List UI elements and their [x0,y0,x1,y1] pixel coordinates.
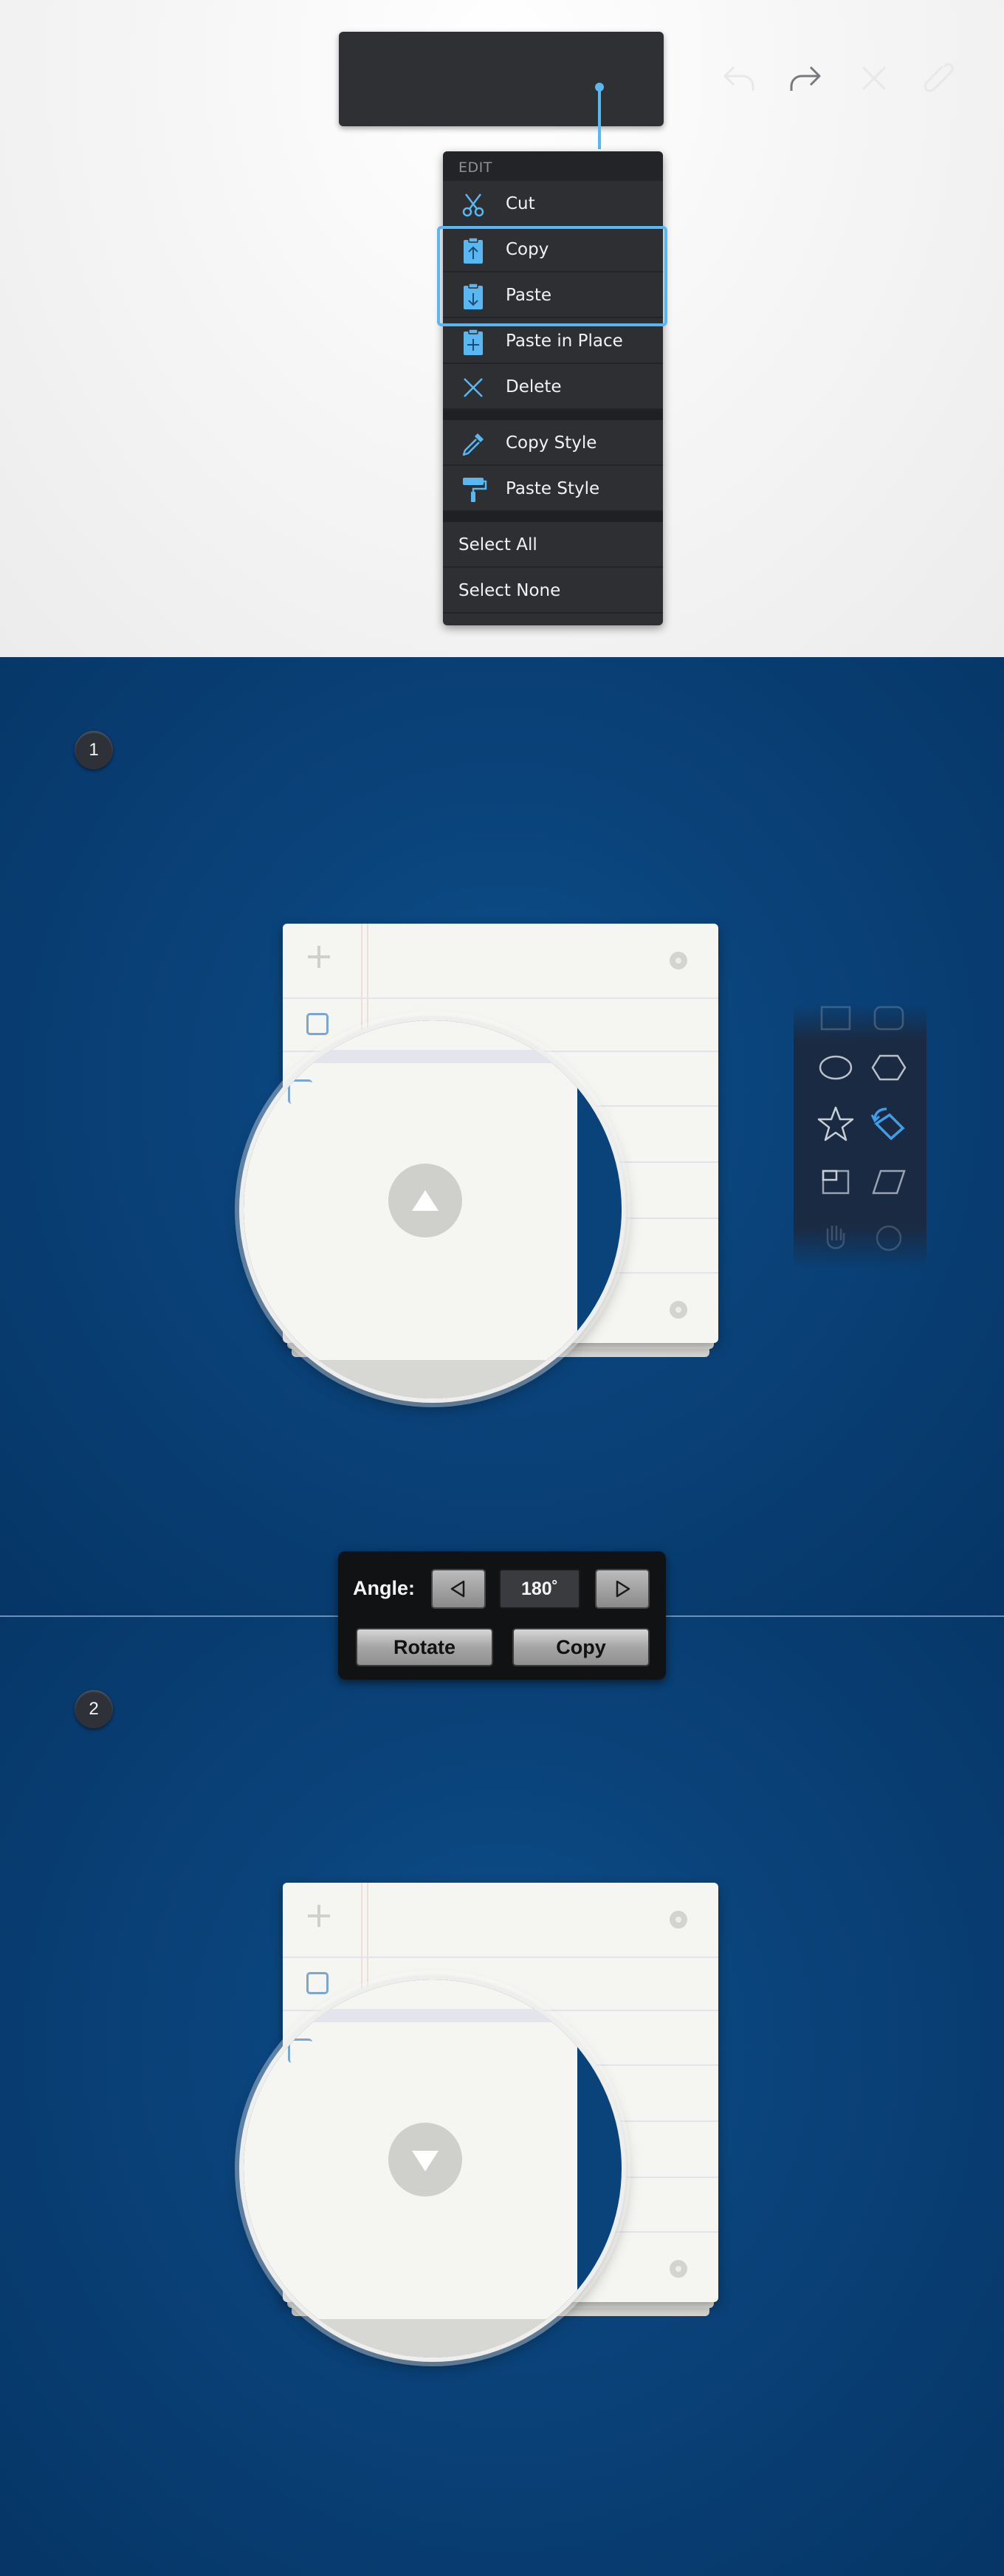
undo-icon [723,66,754,91]
magnifier-lens [244,1020,622,1398]
rounded-rect-icon[interactable] [869,1000,909,1040]
menu-separator [443,512,663,522]
frame-icon[interactable] [816,1162,856,1202]
menu-item-cut[interactable]: Cut [443,181,663,227]
angle-label: Angle: [353,1577,415,1599]
menu-item-select-all[interactable]: Select All [443,522,663,568]
ellipse-icon[interactable] [816,1048,856,1088]
knob-icon [670,952,687,969]
clipboard-plus-icon [458,327,488,357]
triangle-right-icon [616,1580,630,1598]
redo-button[interactable] [781,54,830,103]
step-badge: 2 [75,1690,113,1728]
magnifier-lens [244,1979,622,2357]
menu-item-delete[interactable]: Delete [443,364,663,410]
angle-panel: Angle: 180˚ Rotate Copy [338,1551,666,1680]
parallelogram-icon[interactable] [869,1162,909,1202]
close-icon [862,66,887,91]
paperclip-button[interactable] [918,54,967,103]
eyedropper-icon [458,429,488,458]
copy-button[interactable]: Copy [512,1628,650,1666]
star-icon[interactable] [816,1105,856,1144]
step-badge: 1 [75,731,113,769]
paperclip-icon [924,63,954,92]
edit-menu-section: EDIT Cut Copy Paste Paste in Place Delet… [0,0,1004,657]
menu-item-label: Select None [458,581,561,600]
menu-connector [595,83,604,152]
toolbar [339,32,954,126]
redo-icon [790,66,821,91]
menu-item-label: Copy Style [506,433,597,453]
close-button[interactable] [850,54,898,103]
menu-header: EDIT [443,151,663,181]
menu-item-copy-style[interactable]: Copy Style [443,420,663,466]
hexagon-icon[interactable] [869,1048,909,1088]
circle-icon[interactable] [869,1218,909,1258]
knob-icon [670,1301,687,1319]
triangle-left-icon [450,1580,465,1598]
menu-item-label: Select All [458,535,537,554]
hand-icon[interactable] [816,1218,856,1258]
triangle-up-icon [412,1190,439,1211]
triangle-down-icon [412,2151,439,2171]
shapes-panel [794,1004,926,1268]
rotate-shape-icon[interactable] [869,1105,909,1144]
add-icon[interactable] [306,1903,331,1928]
arrow-down-button[interactable] [388,2123,462,2197]
angle-increment-button[interactable] [595,1569,650,1609]
knob-icon [670,1911,687,1928]
rect-icon[interactable] [816,1000,856,1040]
x-icon [458,373,488,402]
menu-item-label: Paste Style [506,479,600,498]
add-icon[interactable] [306,944,331,969]
arrow-up-button[interactable] [388,1164,462,1237]
undo-button[interactable] [715,54,763,103]
edit-menu: EDIT Cut Copy Paste Paste in Place Delet… [443,151,663,625]
menu-item-label: Paste in Place [506,332,623,351]
rotate-button[interactable]: Rotate [356,1628,493,1666]
knob-icon [670,2260,687,2278]
menu-item-label: Cut [506,194,535,213]
menu-item-label: Delete [506,377,562,396]
angle-value-field[interactable]: 180˚ [499,1569,580,1609]
menu-item-select-none[interactable]: Select None [443,568,663,614]
angle-decrement-button[interactable] [431,1569,486,1609]
menu-separator [443,410,663,420]
menu-item-paste-style[interactable]: Paste Style [443,466,663,512]
copy-paste-highlight [437,226,667,326]
paint-roller-icon [458,475,488,504]
scissors-icon [458,190,488,219]
